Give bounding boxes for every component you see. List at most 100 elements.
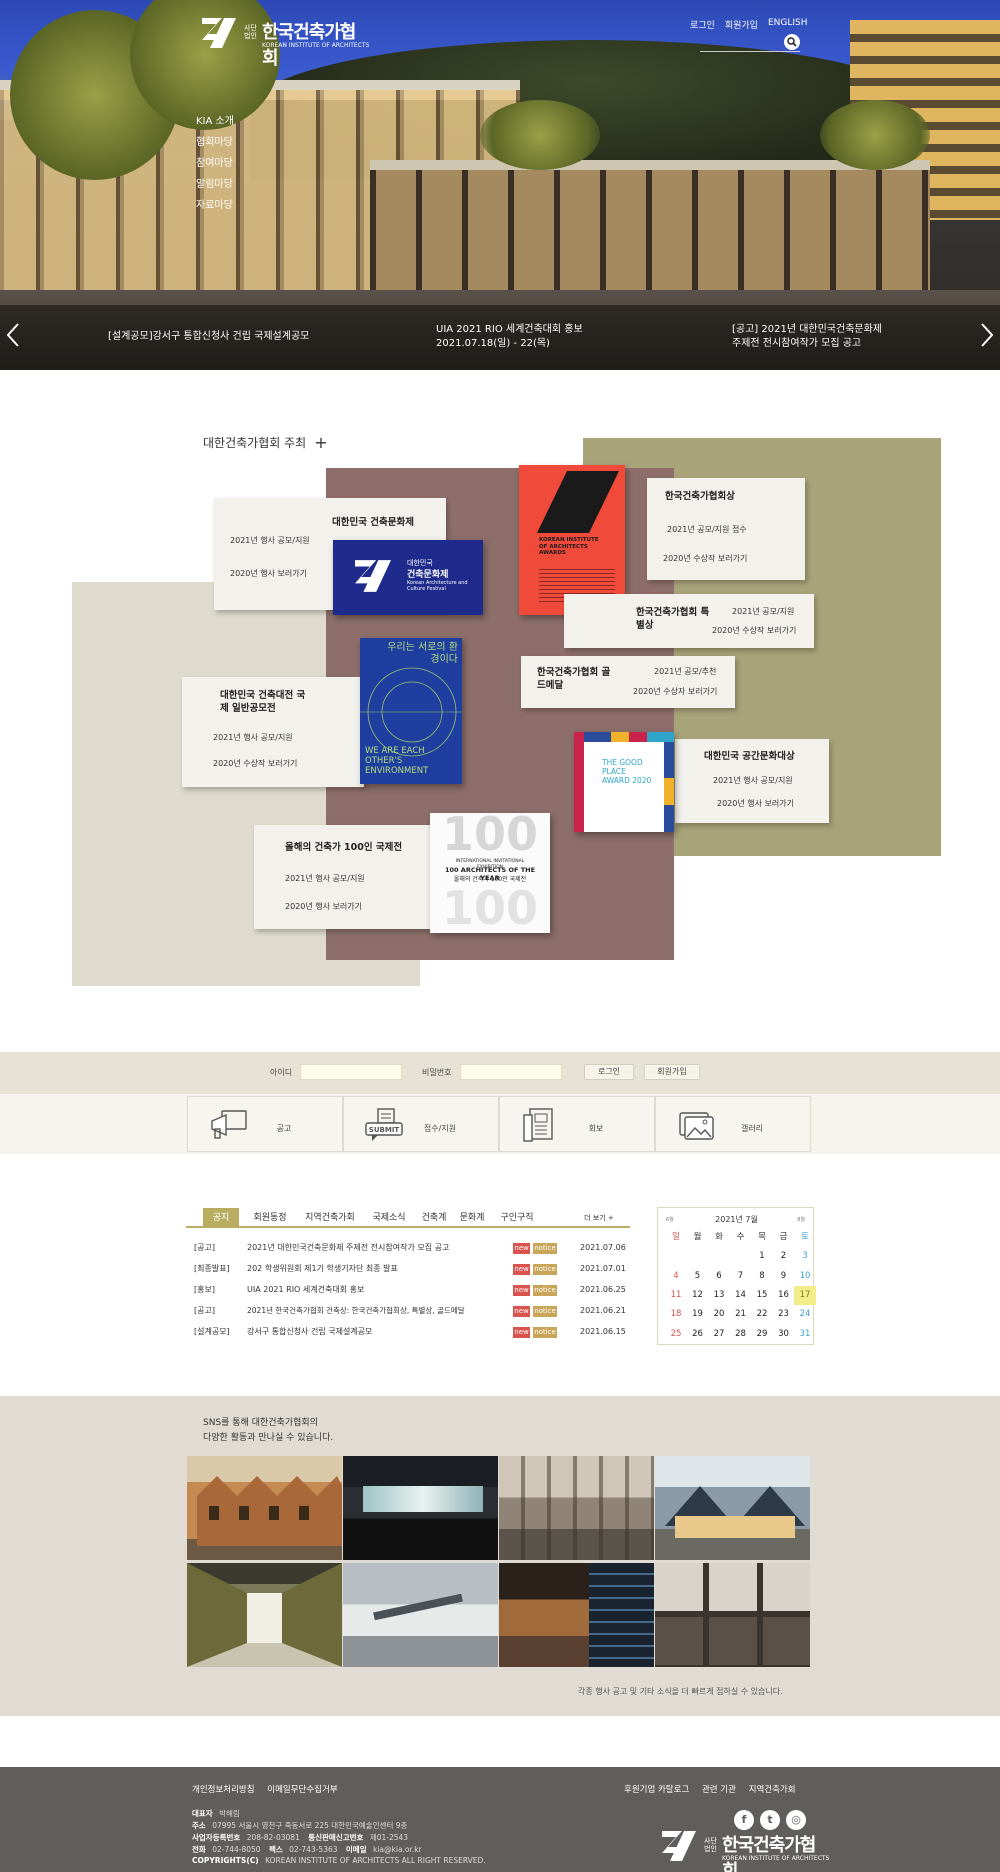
regional-assoc-link[interactable]: 지역건축가회: [749, 1785, 796, 1795]
calendar-day[interactable]: 10: [794, 1267, 816, 1286]
tab-culture[interactable]: 문화계: [454, 1208, 490, 1228]
calendar-day[interactable]: 25: [665, 1325, 687, 1344]
event-card-space-culture-award[interactable]: 대한민국 공간문화대상 2021년 행사 공모/지원 2020년 행사 보러가기: [675, 739, 829, 823]
notice-row[interactable]: [홍보] UIA 2021 RIO 세계건축대회 홍보 new notice 2…: [194, 1280, 626, 1300]
more-link[interactable]: 더 보기 +: [576, 1208, 622, 1228]
sns-photo[interactable]: [499, 1456, 654, 1560]
quick-newsletter[interactable]: 회보: [499, 1096, 655, 1152]
join-button[interactable]: 회원가입: [644, 1064, 700, 1080]
event-card-100-architects[interactable]: 올해의 건축가 100인 국제전 2021년 행사 공모/지원 2020년 행사…: [254, 825, 430, 929]
poster-good-place[interactable]: THE GOOD PLACE AWARD 2020: [574, 732, 674, 832]
no-email-collection-link[interactable]: 이메일무단수집거부: [267, 1785, 337, 1795]
quick-gallery[interactable]: 갤러리: [655, 1096, 811, 1152]
event-card-link-apply[interactable]: 2021년 공모/지원 접수: [667, 524, 747, 535]
event-card-link-apply[interactable]: 2021년 공모/추천: [654, 666, 716, 677]
calendar-day[interactable]: 3: [794, 1247, 816, 1266]
calendar-day[interactable]: 2: [773, 1247, 795, 1266]
tab-jobs[interactable]: 구인구직: [494, 1208, 540, 1228]
calendar-day[interactable]: 19: [687, 1305, 709, 1324]
events-more-icon[interactable]: +: [314, 433, 327, 452]
calendar-day[interactable]: 22: [751, 1305, 773, 1324]
poster-kia-awards[interactable]: KOREAN INSTITUTE OF ARCHITECTS AWARDS: [519, 465, 625, 615]
slider-next-icon[interactable]: [980, 322, 994, 348]
calendar-day[interactable]: 8: [751, 1267, 773, 1286]
notice-title[interactable]: UIA 2021 RIO 세계건축대회 홍보: [247, 1280, 364, 1300]
poster-environment[interactable]: 우리는 서로의 환경이다 WE ARE EACH OTHER'S ENVIRON…: [360, 638, 462, 784]
nav-item-news[interactable]: 알림마당: [196, 175, 234, 196]
event-card-link-view[interactable]: 2020년 수상작 보러가기: [213, 758, 297, 769]
sns-photo[interactable]: [655, 1456, 810, 1560]
id-input[interactable]: [300, 1064, 402, 1080]
event-card-special-award[interactable]: 한국건축가협회 특별상 2021년 공모/지원 2020년 수상작 보러가기: [564, 594, 814, 648]
login-button[interactable]: 로그인: [584, 1064, 634, 1080]
notice-title[interactable]: 2021년 한국건축가협회 건축상: 한국건축가협회상, 특별상, 골드메달: [247, 1301, 465, 1321]
calendar-day[interactable]: 6: [708, 1267, 730, 1286]
sns-photo[interactable]: [187, 1563, 342, 1667]
top-link-english[interactable]: ENGLISH: [768, 18, 808, 31]
calendar-day[interactable]: 17: [794, 1285, 816, 1305]
notice-row[interactable]: [설계공모] 강서구 통합신청사 건립 국제설계공모 new notice 20…: [194, 1322, 626, 1342]
calendar-day[interactable]: 20: [708, 1305, 730, 1324]
event-card-link-view[interactable]: 2020년 수상작 보러가기: [663, 553, 747, 564]
hero-caption-3[interactable]: [공고] 2021년 대한민국건축문화제 주제전 전시참여작가 모집 공고: [732, 323, 882, 351]
calendar-day[interactable]: 23: [773, 1305, 795, 1324]
calendar-day[interactable]: 30: [773, 1325, 795, 1344]
tab-international[interactable]: 국제소식: [366, 1208, 412, 1228]
quick-submit[interactable]: SUBMIT 접수/지원: [343, 1096, 499, 1152]
nav-item-participation[interactable]: 참여마당: [196, 154, 234, 175]
event-card-link-apply[interactable]: 2021년 행사 공모/지원: [230, 535, 310, 546]
sns-photo[interactable]: [187, 1456, 342, 1560]
poster-architecture-festival[interactable]: 대한민국 건축문화제 Korean Architecture and Cultu…: [333, 540, 483, 615]
event-card-link-apply[interactable]: 2021년 공모/지원: [732, 606, 794, 617]
calendar-day[interactable]: 24: [794, 1305, 816, 1324]
sns-photo[interactable]: [343, 1563, 498, 1667]
calendar-day[interactable]: 29: [751, 1325, 773, 1344]
top-link-join[interactable]: 회원가입: [725, 18, 758, 31]
slider-prev-icon[interactable]: [6, 322, 20, 348]
tab-member-news[interactable]: 회원동정: [246, 1208, 294, 1228]
notice-row[interactable]: [공고] 2021년 한국건축가협회 건축상: 한국건축가협회상, 특별상, 골…: [194, 1301, 626, 1321]
calendar-day[interactable]: 27: [708, 1325, 730, 1344]
calendar-day[interactable]: 7: [730, 1267, 752, 1286]
event-card-link-view[interactable]: 2020년 행사 보러가기: [230, 568, 307, 579]
calendar-day[interactable]: 21: [730, 1305, 752, 1324]
notice-row[interactable]: [공고] 2021년 대한민국건축문화제 주제전 전시참여작가 모집 공고 ne…: [194, 1238, 626, 1258]
calendar-day[interactable]: 28: [730, 1325, 752, 1344]
nav-item-about[interactable]: KIA 소개: [196, 112, 234, 133]
top-link-login[interactable]: 로그인: [690, 18, 715, 31]
sns-photo[interactable]: [499, 1563, 654, 1667]
calendar-day[interactable]: 14: [730, 1286, 752, 1305]
calendar-day[interactable]: 16: [773, 1286, 795, 1305]
sns-photo[interactable]: [655, 1563, 810, 1667]
privacy-policy-link[interactable]: 개인정보처리방침: [192, 1785, 255, 1795]
event-card-link-apply[interactable]: 2021년 행사 공모/지원: [713, 775, 793, 786]
nav-item-association[interactable]: 협회마당: [196, 133, 234, 154]
related-orgs-link[interactable]: 관련 기관: [702, 1785, 736, 1795]
calendar-day[interactable]: 11: [665, 1286, 687, 1305]
notice-title[interactable]: 강서구 통합신청사 건립 국제설계공모: [247, 1322, 372, 1342]
hero-caption-1[interactable]: [설계공모]강서구 통합신청사 건립 국제설계공모: [108, 330, 309, 344]
sponsor-catalog-link[interactable]: 후원기업 카탈로그: [624, 1785, 689, 1795]
tab-architecture[interactable]: 건축계: [416, 1208, 452, 1228]
event-card-link-apply[interactable]: 2021년 행사 공모/지원: [213, 732, 293, 743]
calendar-day[interactable]: 15: [751, 1286, 773, 1305]
password-input[interactable]: [460, 1064, 562, 1080]
event-card-link-view[interactable]: 2020년 행사 보러가기: [285, 901, 362, 912]
notice-row[interactable]: [최종발표] 202 학생위원회 제1기 학생기자단 최종 발표 new not…: [194, 1259, 626, 1279]
calendar-day[interactable]: 12: [687, 1286, 709, 1305]
event-card-architecture-exhibition[interactable]: 대한민국 건축대전 국제 일반공모전 2021년 행사 공모/지원 2020년 …: [182, 677, 364, 787]
calendar-day[interactable]: 4: [665, 1267, 687, 1286]
search-input[interactable]: [700, 34, 800, 52]
sns-photo[interactable]: [343, 1456, 498, 1560]
quick-notice[interactable]: 공고: [187, 1096, 343, 1152]
tab-regional[interactable]: 지역건축가회: [298, 1208, 362, 1228]
event-card-gold-medal[interactable]: 한국건축가협회 골드메달 2021년 공모/추천 2020년 수상자 보러가기: [521, 656, 735, 708]
search-button[interactable]: [784, 34, 800, 50]
calendar-day[interactable]: 18: [665, 1305, 687, 1324]
tab-notice[interactable]: 공지: [203, 1208, 239, 1228]
calendar-day[interactable]: 9: [773, 1267, 795, 1286]
event-card-kia-award[interactable]: 한국건축가협회상 2021년 공모/지원 접수 2020년 수상작 보러가기: [647, 478, 805, 580]
notice-title[interactable]: 2021년 대한민국건축문화제 주제전 전시참여작가 모집 공고: [247, 1238, 449, 1258]
header-logo[interactable]: 사단법인 한국건축가협회 KOREAN INSTITUTE OF ARCHITE…: [200, 14, 369, 69]
calendar-day[interactable]: 31: [794, 1325, 816, 1344]
